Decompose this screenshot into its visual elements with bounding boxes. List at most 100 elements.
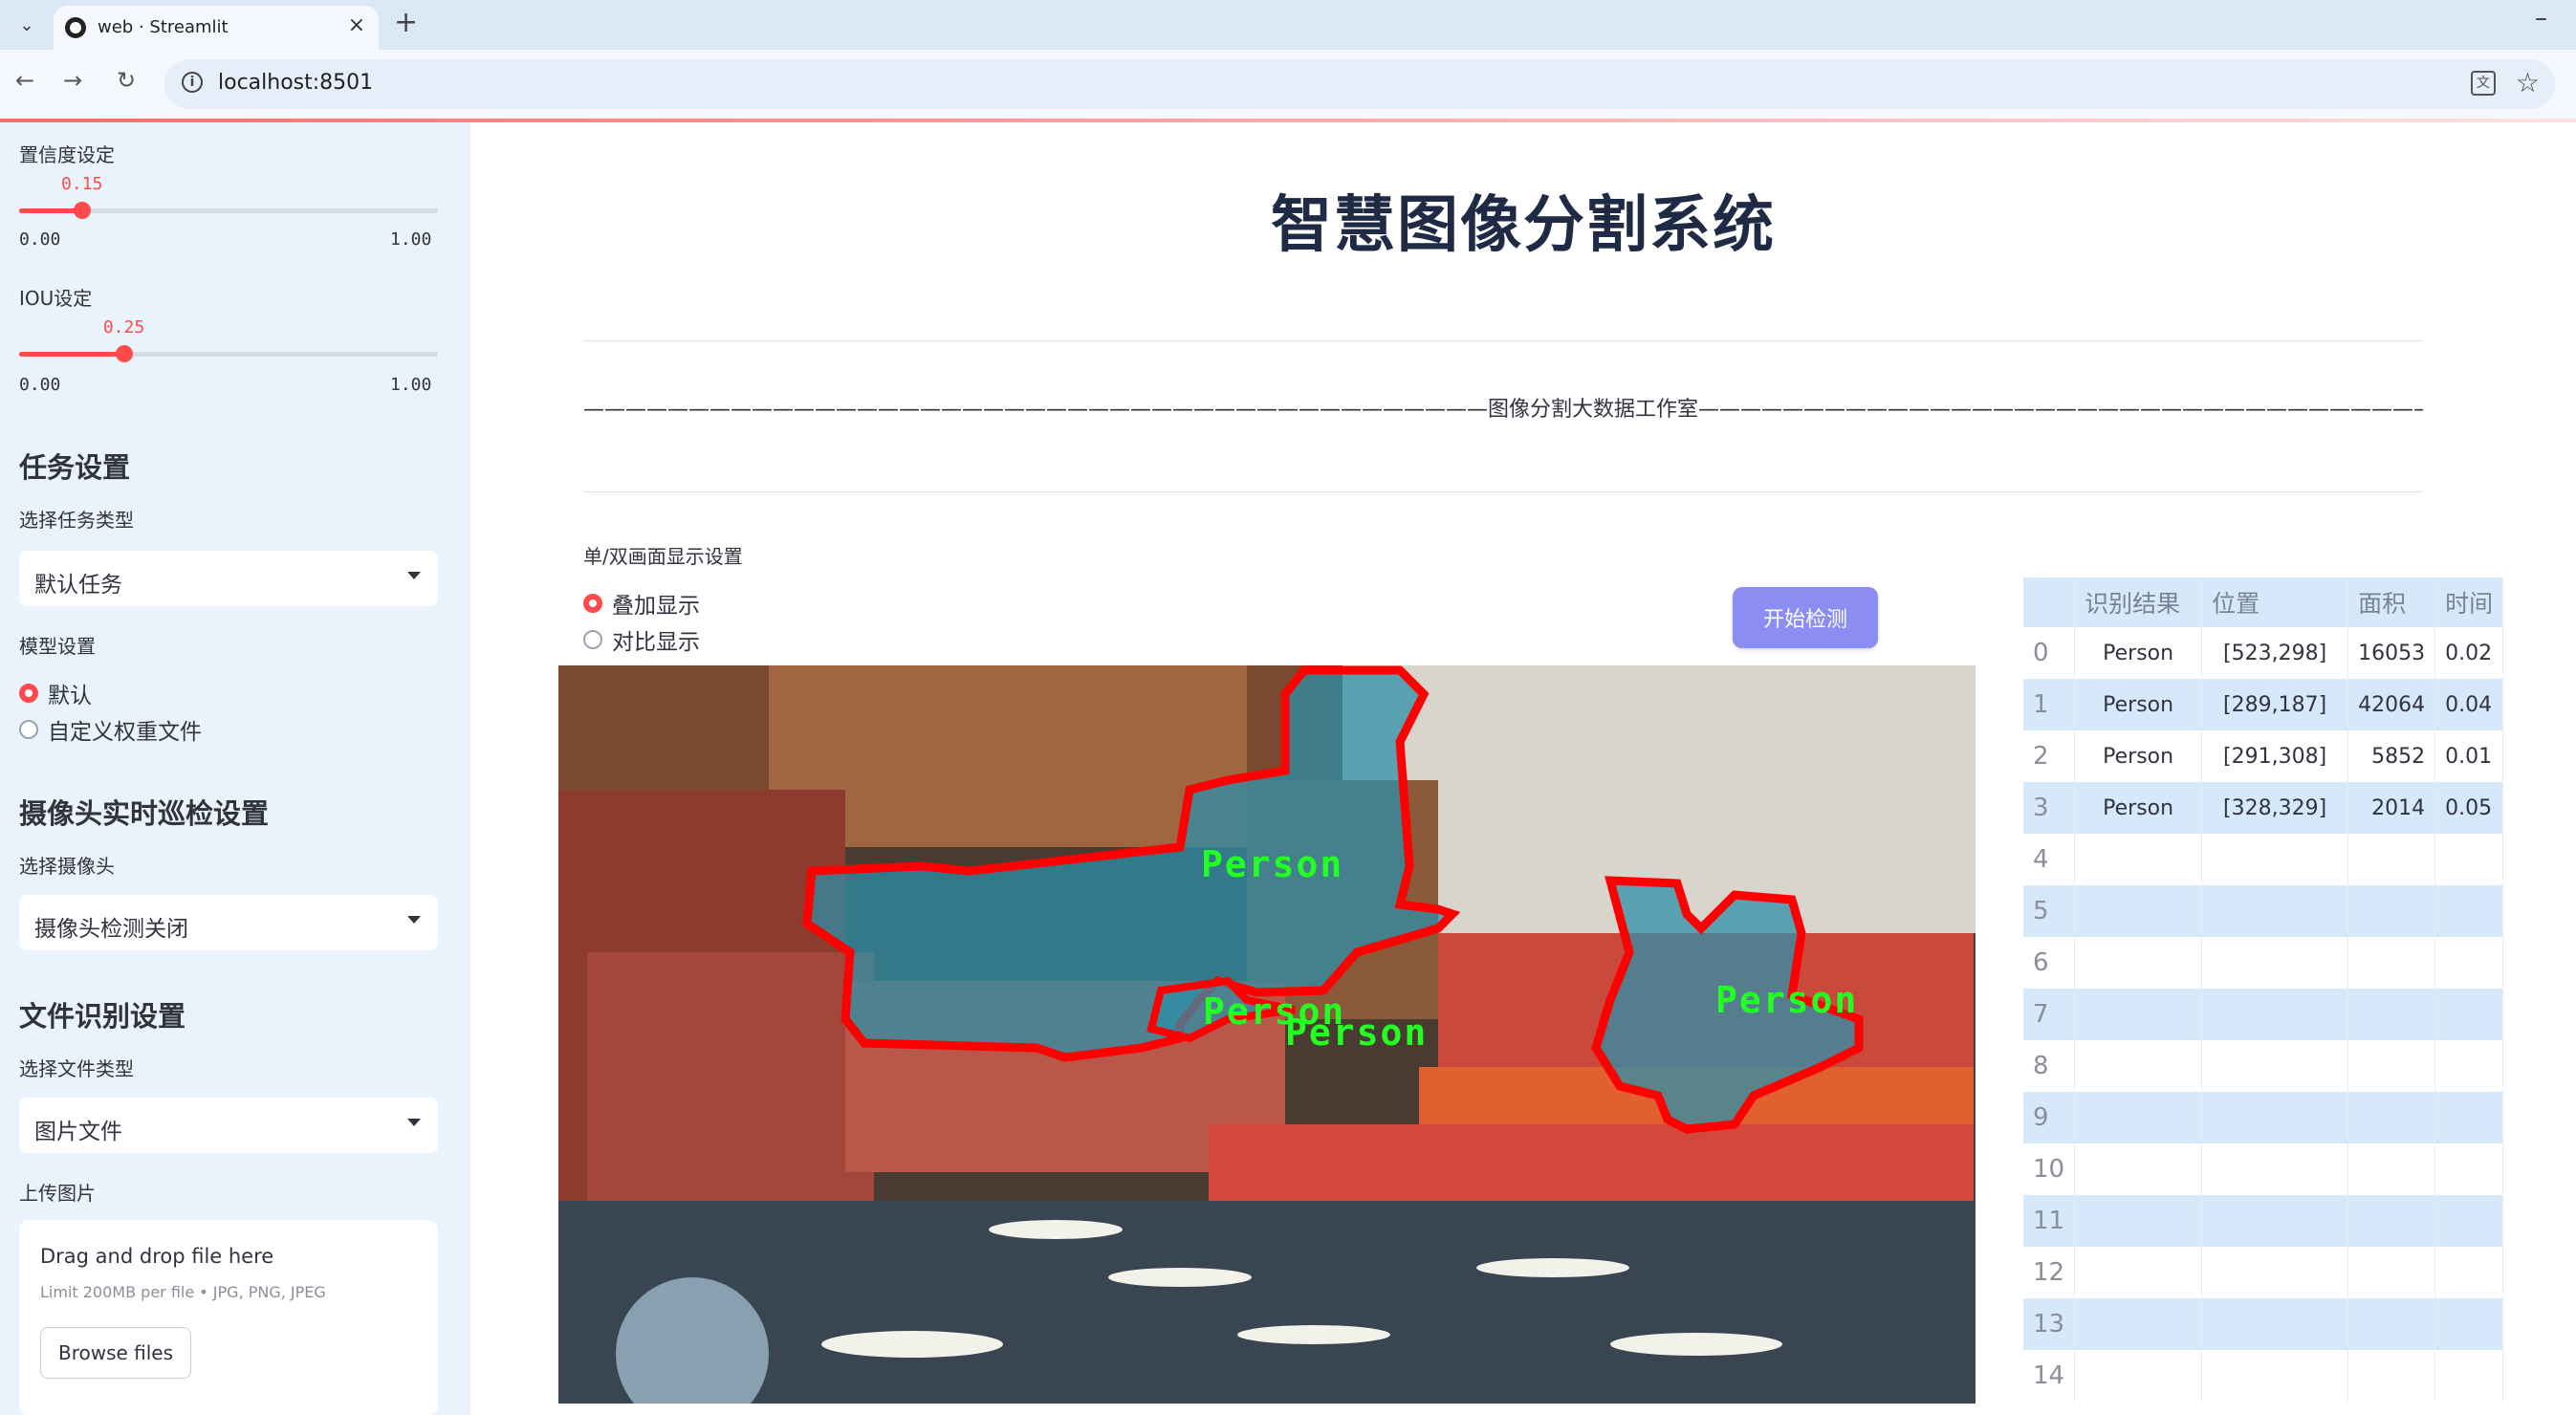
iou-slider[interactable]: 0.25 bbox=[19, 317, 438, 362]
column-header-area[interactable]: 面积 bbox=[2347, 577, 2436, 627]
back-icon[interactable]: ← bbox=[15, 67, 34, 94]
display-option-overlay-label: 叠加显示 bbox=[612, 594, 700, 619]
table-row[interactable]: 6 bbox=[2023, 937, 2504, 989]
tab-list-dropdown-icon[interactable]: ⌄ bbox=[11, 10, 42, 40]
file-type-select[interactable]: 图片文件 bbox=[19, 1098, 438, 1153]
table-row[interactable]: 8 bbox=[2023, 1040, 2504, 1092]
table-row[interactable]: 2 Person [291,308] 5852 0.01 bbox=[2023, 730, 2504, 782]
browser-tab-bar: ⌄ web · Streamlit × + – bbox=[0, 0, 2576, 50]
cell-result bbox=[2074, 1298, 2203, 1350]
cell-time bbox=[2434, 1195, 2504, 1247]
segmentation-label: Person bbox=[1715, 979, 1859, 1021]
camera-select[interactable]: 摄像头检测关闭 bbox=[19, 895, 438, 950]
upload-limit-text: Limit 200MB per file • JPG, PNG, JPEG bbox=[40, 1283, 326, 1301]
cell-position bbox=[2201, 989, 2349, 1040]
file-type-value: 图片文件 bbox=[34, 1120, 122, 1144]
segmentation-label: Person bbox=[1201, 843, 1344, 885]
model-option-default[interactable]: 默认 bbox=[19, 677, 92, 709]
table-row[interactable]: 11 bbox=[2023, 1195, 2504, 1247]
reload-icon[interactable]: ↻ bbox=[117, 67, 136, 94]
cell-result bbox=[2074, 1092, 2203, 1143]
cell-position bbox=[2201, 1350, 2349, 1402]
chevron-down-icon bbox=[407, 916, 421, 924]
display-option-overlay[interactable]: 叠加显示 bbox=[583, 587, 700, 620]
column-header-time[interactable]: 时间 bbox=[2434, 577, 2504, 627]
table-row[interactable]: 3 Person [328,329] 2014 0.05 bbox=[2023, 782, 2504, 834]
row-index: 1 bbox=[2023, 679, 2076, 730]
table-row[interactable]: 10 bbox=[2023, 1143, 2504, 1195]
table-row[interactable]: 9 bbox=[2023, 1092, 2504, 1143]
cell-position bbox=[2201, 1040, 2349, 1092]
divider bbox=[583, 491, 2423, 492]
cell-time bbox=[2434, 885, 2504, 937]
confidence-value: 0.15 bbox=[61, 174, 103, 194]
iou-slider-fill bbox=[19, 352, 124, 357]
results-table[interactable]: 识别结果 位置 面积 时间 0 Person [523,298] 16053 0.02 … bbox=[2023, 577, 2576, 1415]
minimize-window-icon[interactable]: – bbox=[2535, 4, 2547, 33]
cell-area bbox=[2347, 834, 2436, 885]
iou-min: 0.00 bbox=[19, 375, 61, 395]
translate-icon[interactable]: 文 bbox=[2471, 71, 2496, 96]
browser-tab[interactable]: web · Streamlit × bbox=[54, 6, 379, 50]
row-index: 3 bbox=[2023, 782, 2076, 834]
confidence-max: 1.00 bbox=[390, 229, 432, 250]
model-option-default-label: 默认 bbox=[48, 684, 92, 708]
new-tab-icon[interactable]: + bbox=[394, 6, 418, 39]
cell-time: 0.02 bbox=[2434, 627, 2504, 679]
table-row[interactable]: 12 bbox=[2023, 1247, 2504, 1298]
column-header-position[interactable]: 位置 bbox=[2201, 577, 2349, 627]
radio-unselected-icon bbox=[19, 720, 38, 739]
confidence-slider[interactable]: 0.15 bbox=[19, 174, 438, 219]
start-detection-button[interactable]: 开始检测 bbox=[1733, 587, 1878, 648]
table-row[interactable]: 0 Person [523,298] 16053 0.02 bbox=[2023, 627, 2504, 679]
chevron-down-icon bbox=[407, 1119, 421, 1126]
iou-slider-thumb[interactable] bbox=[115, 345, 133, 362]
cell-result: Person bbox=[2074, 627, 2203, 679]
iou-label: IOU设定 bbox=[19, 287, 93, 310]
confidence-min: 0.00 bbox=[19, 229, 61, 250]
url-text[interactable]: localhost:8501 bbox=[218, 71, 373, 95]
site-info-icon[interactable]: i bbox=[182, 72, 203, 93]
browse-files-button[interactable]: Browse files bbox=[40, 1327, 191, 1379]
column-header-index[interactable] bbox=[2023, 577, 2076, 627]
table-row[interactable]: 7 bbox=[2023, 989, 2504, 1040]
chevron-down-icon bbox=[407, 572, 421, 579]
cell-time bbox=[2434, 1298, 2504, 1350]
confidence-slider-thumb[interactable] bbox=[73, 202, 91, 219]
cell-result bbox=[2074, 1350, 2203, 1402]
cell-position: [328,329] bbox=[2201, 782, 2349, 834]
cell-time bbox=[2434, 937, 2504, 989]
row-index: 7 bbox=[2023, 989, 2076, 1040]
cell-result: Person bbox=[2074, 782, 2203, 834]
address-bar[interactable]: i localhost:8501 文 ☆ bbox=[164, 59, 2555, 109]
cell-time: 0.05 bbox=[2434, 782, 2504, 834]
cell-area: 2014 bbox=[2347, 782, 2436, 834]
table-row[interactable]: 5 bbox=[2023, 885, 2504, 937]
cell-position bbox=[2201, 1298, 2349, 1350]
table-row[interactable]: 14 bbox=[2023, 1350, 2504, 1402]
sidebar: 置信度设定 0.15 0.00 1.00 IOU设定 0.25 0.00 1.0… bbox=[0, 122, 470, 1415]
cell-position: [291,308] bbox=[2201, 730, 2349, 782]
cell-position bbox=[2201, 834, 2349, 885]
file-uploader-dropzone[interactable]: Drag and drop file here Limit 200MB per … bbox=[19, 1220, 438, 1415]
display-option-compare[interactable]: 对比显示 bbox=[583, 623, 700, 656]
close-tab-icon[interactable]: × bbox=[348, 13, 365, 37]
cell-time bbox=[2434, 1143, 2504, 1195]
forward-icon[interactable]: → bbox=[63, 67, 82, 94]
table-row[interactable]: 13 bbox=[2023, 1298, 2504, 1350]
cell-result bbox=[2074, 1195, 2203, 1247]
row-index: 10 bbox=[2023, 1143, 2076, 1195]
cell-result bbox=[2074, 1040, 2203, 1092]
table-row[interactable]: 4 bbox=[2023, 834, 2504, 885]
column-header-result[interactable]: 识别结果 bbox=[2074, 577, 2203, 627]
model-option-custom[interactable]: 自定义权重文件 bbox=[19, 713, 202, 746]
row-index: 11 bbox=[2023, 1195, 2076, 1247]
confidence-slider-fill bbox=[19, 208, 82, 213]
cell-area bbox=[2347, 1143, 2436, 1195]
cell-result: Person bbox=[2074, 679, 2203, 730]
radio-selected-icon bbox=[19, 684, 38, 703]
bookmark-star-icon[interactable]: ☆ bbox=[2516, 67, 2540, 98]
task-type-select[interactable]: 默认任务 bbox=[19, 551, 438, 606]
cell-area bbox=[2347, 937, 2436, 989]
table-row[interactable]: 1 Person [289,187] 42064 0.04 bbox=[2023, 679, 2504, 730]
